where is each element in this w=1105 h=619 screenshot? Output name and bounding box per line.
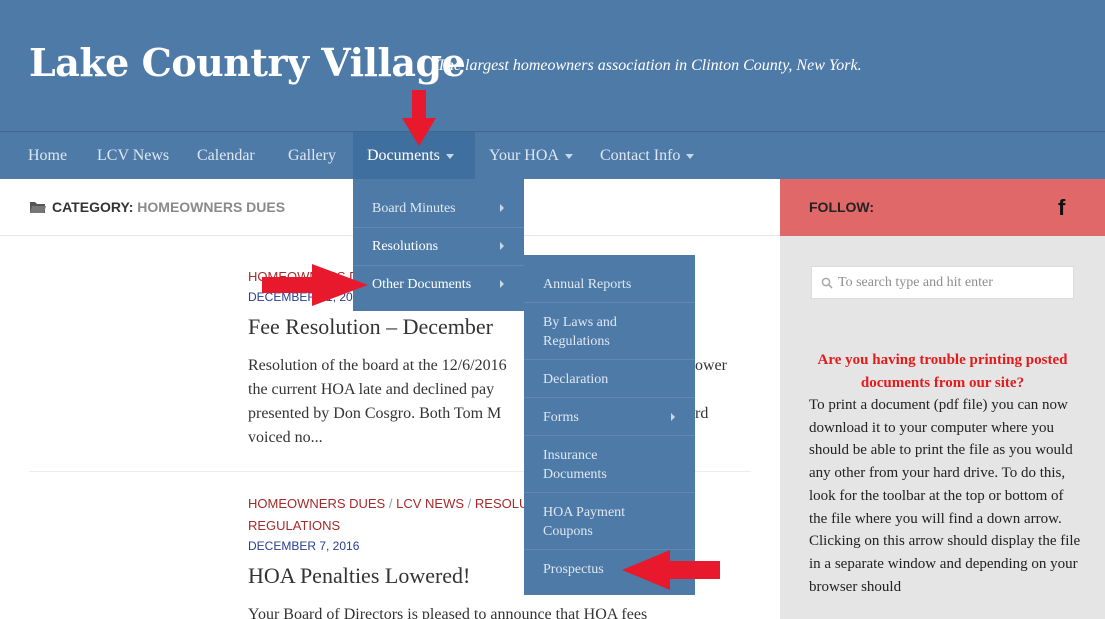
search-input[interactable] [838,267,1068,298]
category-name: HOMEOWNERS DUES [137,199,286,215]
folder-icon [30,202,46,213]
chevron-right-icon [500,280,504,288]
nav-contact-info[interactable]: Contact Info [586,132,708,180]
follow-label: FOLLOW: [809,199,875,215]
post-category-link[interactable]: REGULATIONS [248,518,340,533]
site-tagline: The largest homeowners association in Cl… [437,57,862,74]
menu-item-other-documents[interactable]: Other Documents [353,275,524,294]
menu-item-hoa-payment-coupons[interactable]: HOA Payment Coupons [524,503,664,541]
menu-divider [353,227,524,228]
caret-down-icon [686,153,695,159]
nav-home-label: Home [28,147,68,164]
menu-divider [524,397,695,398]
nav-documents-label: Documents [367,147,440,164]
menu-divider [524,435,695,436]
menu-item-label: Other Documents [372,277,472,292]
menu-divider [524,492,695,493]
sidebar: FOLLOW: f Are you having trouble printin… [780,179,1105,619]
nav-home[interactable]: Home [14,132,81,180]
follow-bar: FOLLOW: f [780,179,1105,236]
red-arrow-annotation [622,550,720,590]
menu-item-declaration[interactable]: Declaration [524,370,695,389]
menu-item-insurance-documents[interactable]: Insurance Documents [524,446,654,484]
site-title[interactable]: Lake Country Village [29,40,466,85]
chevron-right-icon [671,413,675,421]
menu-item-label: Forms [543,410,579,425]
menu-item-board-minutes[interactable]: Board Minutes [353,199,524,218]
nav-lcv-news-label: LCV News [97,147,170,164]
facebook-icon[interactable]: f [1058,195,1065,221]
menu-item-resolutions[interactable]: Resolutions [353,237,524,256]
menu-item-bylaws[interactable]: By Laws and Regulations [524,313,674,351]
chevron-right-icon [500,242,504,250]
menu-item-label: Resolutions [372,239,439,254]
excerpt-tail: rd [695,405,709,422]
menu-item-label: By Laws and Regulations [543,315,617,349]
post-category-link[interactable]: RESOLU [475,496,528,511]
nav-your-hoa-label: Your HOA [489,147,559,164]
menu-item-forms[interactable]: Forms [524,408,695,427]
site-header: Lake Country Village The largest homeown… [0,0,1105,131]
documents-dropdown: Board Minutes Resolutions Other Document… [353,179,524,311]
category-separator: / [388,496,393,511]
search-icon [821,277,833,289]
category-prefix: CATEGORY: [52,199,134,215]
nav-gallery-label: Gallery [288,147,336,164]
category-heading: CATEGORY: HOMEOWNERS DUES [52,199,285,215]
excerpt-tail: ower [695,357,727,374]
search-box [811,266,1074,299]
menu-divider [524,302,695,303]
menu-item-annual-reports[interactable]: Annual Reports [524,275,695,294]
category-separator: / [467,496,472,511]
menu-item-label: Board Minutes [372,201,456,216]
chevron-right-icon [500,204,504,212]
nav-contact-info-label: Contact Info [600,147,681,164]
main-nav: Home LCV News Calendar Gallery Documents… [0,131,1105,180]
nav-your-hoa[interactable]: Your HOA [475,132,587,180]
red-arrow-annotation [402,90,436,146]
caret-down-icon [564,153,573,159]
red-arrow-annotation [262,264,368,306]
nav-calendar-label: Calendar [197,147,255,164]
printing-help-heading: Are you having trouble printing posted d… [817,352,1068,391]
other-documents-submenu: Annual Reports By Laws and Regulations D… [524,255,695,595]
menu-item-label: Insurance Documents [543,448,607,482]
post-excerpt: Your Board of Directors is pleased to an… [248,606,648,619]
menu-item-label: Annual Reports [543,277,632,292]
post-category-link[interactable]: LCV NEWS [396,496,464,511]
printing-help-text: To print a document (pdf file) you can n… [809,397,1081,595]
nav-gallery[interactable]: Gallery [274,132,350,180]
menu-item-label: Prospectus [543,562,604,577]
caret-down-icon [445,153,454,159]
post-category-link[interactable]: HOMEOWNERS DUES [248,496,385,511]
nav-calendar[interactable]: Calendar [183,132,269,180]
nav-lcv-news[interactable]: LCV News [83,132,183,180]
menu-divider [524,359,695,360]
menu-item-label: HOA Payment Coupons [543,505,626,539]
menu-divider [353,265,524,266]
menu-item-label: Declaration [543,372,609,387]
